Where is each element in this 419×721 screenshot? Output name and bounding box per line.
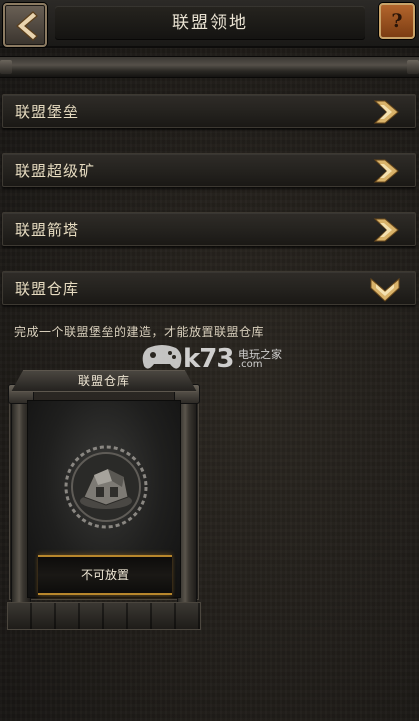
warehouse-icon bbox=[64, 445, 148, 529]
category-row-warehouse[interactable]: 联盟仓库 bbox=[2, 271, 416, 305]
watermark-domain: .com bbox=[238, 359, 263, 370]
category-row-fortress[interactable]: 联盟堡垒 bbox=[2, 94, 416, 128]
chevron-right-icon bbox=[373, 100, 399, 124]
category-label: 联盟堡垒 bbox=[15, 103, 80, 121]
category-label: 联盟超级矿 bbox=[15, 162, 96, 180]
category-label: 联盟箭塔 bbox=[15, 221, 80, 239]
category-label: 联盟仓库 bbox=[15, 280, 80, 298]
category-row-arrow-tower[interactable]: 联盟箭塔 bbox=[2, 212, 416, 246]
card-preview-panel: 不可放置 bbox=[27, 400, 181, 598]
back-button[interactable] bbox=[3, 3, 47, 47]
card-title: 联盟仓库 bbox=[77, 374, 130, 388]
page-title: 联盟领地 bbox=[55, 6, 365, 40]
placement-status: 不可放置 bbox=[38, 555, 172, 595]
chevron-down-icon bbox=[370, 277, 400, 302]
chevron-right-icon bbox=[373, 218, 399, 242]
rail-cap-left bbox=[0, 60, 12, 74]
top-bar: 联盟领地 ? bbox=[0, 0, 419, 48]
hint-text: 完成一个联盟堡垒的建造，才能放置联盟仓库 bbox=[14, 325, 265, 339]
chevron-right-icon bbox=[373, 159, 399, 183]
category-row-super-mine[interactable]: 联盟超级矿 bbox=[2, 153, 416, 187]
chevron-left-icon bbox=[16, 11, 38, 41]
help-button[interactable]: ? bbox=[379, 3, 415, 39]
rail-cap-right bbox=[407, 60, 419, 74]
decorative-rail bbox=[0, 56, 419, 78]
card-stone-base bbox=[7, 602, 201, 630]
gamepad-icon bbox=[142, 345, 182, 369]
building-card-warehouse[interactable]: 联盟仓库 不可放置 bbox=[3, 370, 205, 632]
